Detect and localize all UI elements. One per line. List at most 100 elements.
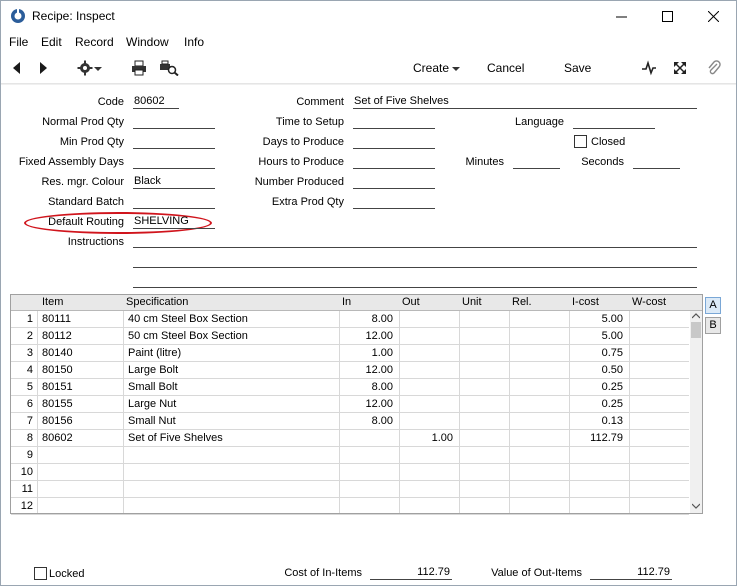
save-button[interactable]: Save bbox=[564, 61, 591, 75]
standard-batch-field[interactable] bbox=[133, 195, 215, 209]
grid-scrollbar[interactable] bbox=[690, 311, 702, 513]
create-dropdown-icon[interactable] bbox=[451, 60, 461, 76]
next-record-icon[interactable] bbox=[35, 60, 51, 76]
extra-prod-qty-field[interactable] bbox=[353, 195, 435, 209]
table-row[interactable]: 7 80156 Small Nut 8.00 0.13 bbox=[11, 413, 689, 430]
item-cell[interactable]: 80140 bbox=[42, 347, 122, 359]
in-cell[interactable]: 1.00 bbox=[339, 347, 393, 359]
column-header-w-cost[interactable]: W-cost bbox=[632, 296, 666, 308]
menu-edit[interactable]: Edit bbox=[41, 35, 62, 49]
gear-icon[interactable] bbox=[77, 60, 93, 76]
cancel-button[interactable]: Cancel bbox=[487, 61, 524, 75]
specification-cell[interactable]: 40 cm Steel Box Section bbox=[128, 313, 336, 325]
column-header-i-cost[interactable]: I-cost bbox=[572, 296, 599, 308]
column-header-unit[interactable]: Unit bbox=[462, 296, 482, 308]
table-row[interactable]: 1 80111 40 cm Steel Box Section 8.00 5.00 bbox=[11, 311, 689, 328]
item-cell[interactable]: 80602 bbox=[42, 432, 122, 444]
comment-field[interactable]: Set of Five Shelves bbox=[353, 95, 697, 109]
min-prod-qty-field[interactable] bbox=[133, 135, 215, 149]
i-cost-cell[interactable]: 0.25 bbox=[569, 398, 623, 410]
i-cost-cell[interactable]: 0.75 bbox=[569, 347, 623, 359]
hours-to-produce-field[interactable] bbox=[353, 155, 435, 169]
i-cost-cell[interactable]: 112.79 bbox=[569, 432, 623, 444]
in-cell[interactable]: 8.00 bbox=[339, 381, 393, 393]
specification-cell[interactable]: Set of Five Shelves bbox=[128, 432, 336, 444]
column-header-in[interactable]: In bbox=[342, 296, 351, 308]
number-produced-field[interactable] bbox=[353, 175, 435, 189]
time-to-setup-field[interactable] bbox=[353, 115, 435, 129]
table-row[interactable]: 4 80150 Large Bolt 12.00 0.50 bbox=[11, 362, 689, 379]
table-row[interactable]: 3 80140 Paint (litre) 1.00 0.75 bbox=[11, 345, 689, 362]
column-header-specification[interactable]: Specification bbox=[126, 296, 188, 308]
item-cell[interactable]: 80156 bbox=[42, 415, 122, 427]
instructions-field-line-2[interactable] bbox=[133, 254, 697, 268]
locked-checkbox[interactable] bbox=[34, 567, 47, 580]
minimize-button[interactable] bbox=[598, 1, 644, 32]
menu-record[interactable]: Record bbox=[75, 35, 114, 49]
default-routing-field[interactable]: SHELVING bbox=[133, 215, 215, 229]
scroll-thumb[interactable] bbox=[691, 322, 701, 338]
instructions-field-line-1[interactable] bbox=[133, 234, 697, 248]
maximize-button[interactable] bbox=[644, 1, 690, 32]
item-cell[interactable]: 80150 bbox=[42, 364, 122, 376]
print-icon[interactable] bbox=[131, 60, 147, 76]
in-cell[interactable]: 12.00 bbox=[339, 398, 393, 410]
item-cell[interactable]: 80112 bbox=[42, 330, 122, 342]
instructions-field-line-3[interactable] bbox=[133, 274, 697, 288]
table-row[interactable]: 5 80151 Small Bolt 8.00 0.25 bbox=[11, 379, 689, 396]
table-row[interactable]: 6 80155 Large Nut 12.00 0.25 bbox=[11, 396, 689, 413]
close-button[interactable] bbox=[690, 1, 736, 32]
specification-cell[interactable]: 50 cm Steel Box Section bbox=[128, 330, 336, 342]
menu-window[interactable]: Window bbox=[126, 35, 169, 49]
seconds-field[interactable] bbox=[633, 155, 680, 169]
previous-record-icon[interactable] bbox=[9, 60, 25, 76]
in-cell[interactable]: 8.00 bbox=[339, 313, 393, 325]
closed-checkbox[interactable] bbox=[574, 135, 587, 148]
menu-info[interactable]: Info bbox=[184, 35, 204, 49]
in-cell[interactable]: 12.00 bbox=[339, 330, 393, 342]
minutes-field[interactable] bbox=[513, 155, 560, 169]
column-header-rel[interactable]: Rel. bbox=[512, 296, 532, 308]
attachment-icon[interactable] bbox=[706, 60, 722, 76]
language-field[interactable] bbox=[573, 115, 655, 129]
table-row[interactable]: 12 bbox=[11, 498, 689, 515]
specification-cell[interactable]: Large Bolt bbox=[128, 364, 336, 376]
grid-tab-b[interactable]: B bbox=[705, 317, 721, 334]
fixed-assembly-days-field[interactable] bbox=[133, 155, 215, 169]
out-cell[interactable]: 1.00 bbox=[399, 432, 453, 444]
menu-file[interactable]: File bbox=[9, 35, 28, 49]
expand-icon[interactable] bbox=[672, 60, 688, 76]
table-row[interactable]: 11 bbox=[11, 481, 689, 498]
days-to-produce-field[interactable] bbox=[353, 135, 435, 149]
res-mgr-colour-field[interactable]: Black bbox=[133, 175, 215, 189]
i-cost-cell[interactable]: 0.13 bbox=[569, 415, 623, 427]
code-field[interactable]: 80602 bbox=[133, 95, 179, 109]
specification-cell[interactable]: Small Nut bbox=[128, 415, 336, 427]
scroll-down-icon[interactable] bbox=[692, 503, 700, 509]
i-cost-cell[interactable]: 5.00 bbox=[569, 330, 623, 342]
column-header-item[interactable]: Item bbox=[42, 296, 63, 308]
scroll-up-icon[interactable] bbox=[692, 313, 700, 319]
table-row[interactable]: 8 80602 Set of Five Shelves 1.00 112.79 bbox=[11, 430, 689, 447]
item-cell[interactable]: 80111 bbox=[42, 313, 122, 325]
i-cost-cell[interactable]: 0.25 bbox=[569, 381, 623, 393]
print-preview-icon[interactable] bbox=[159, 60, 179, 76]
specification-cell[interactable]: Small Bolt bbox=[128, 381, 336, 393]
activity-icon[interactable] bbox=[641, 60, 657, 76]
specification-cell[interactable]: Large Nut bbox=[128, 398, 336, 410]
column-header-out[interactable]: Out bbox=[402, 296, 420, 308]
normal-prod-qty-field[interactable] bbox=[133, 115, 215, 129]
table-row[interactable]: 9 bbox=[11, 447, 689, 464]
gear-dropdown-icon[interactable] bbox=[93, 60, 103, 76]
table-row[interactable]: 2 80112 50 cm Steel Box Section 12.00 5.00 bbox=[11, 328, 689, 345]
i-cost-cell[interactable]: 5.00 bbox=[569, 313, 623, 325]
grid-tab-a[interactable]: A bbox=[705, 297, 721, 314]
in-cell[interactable]: 8.00 bbox=[339, 415, 393, 427]
create-button[interactable]: Create bbox=[413, 61, 449, 75]
table-row[interactable]: 10 bbox=[11, 464, 689, 481]
item-cell[interactable]: 80155 bbox=[42, 398, 122, 410]
specification-cell[interactable]: Paint (litre) bbox=[128, 347, 336, 359]
in-cell[interactable]: 12.00 bbox=[339, 364, 393, 376]
item-cell[interactable]: 80151 bbox=[42, 381, 122, 393]
i-cost-cell[interactable]: 0.50 bbox=[569, 364, 623, 376]
